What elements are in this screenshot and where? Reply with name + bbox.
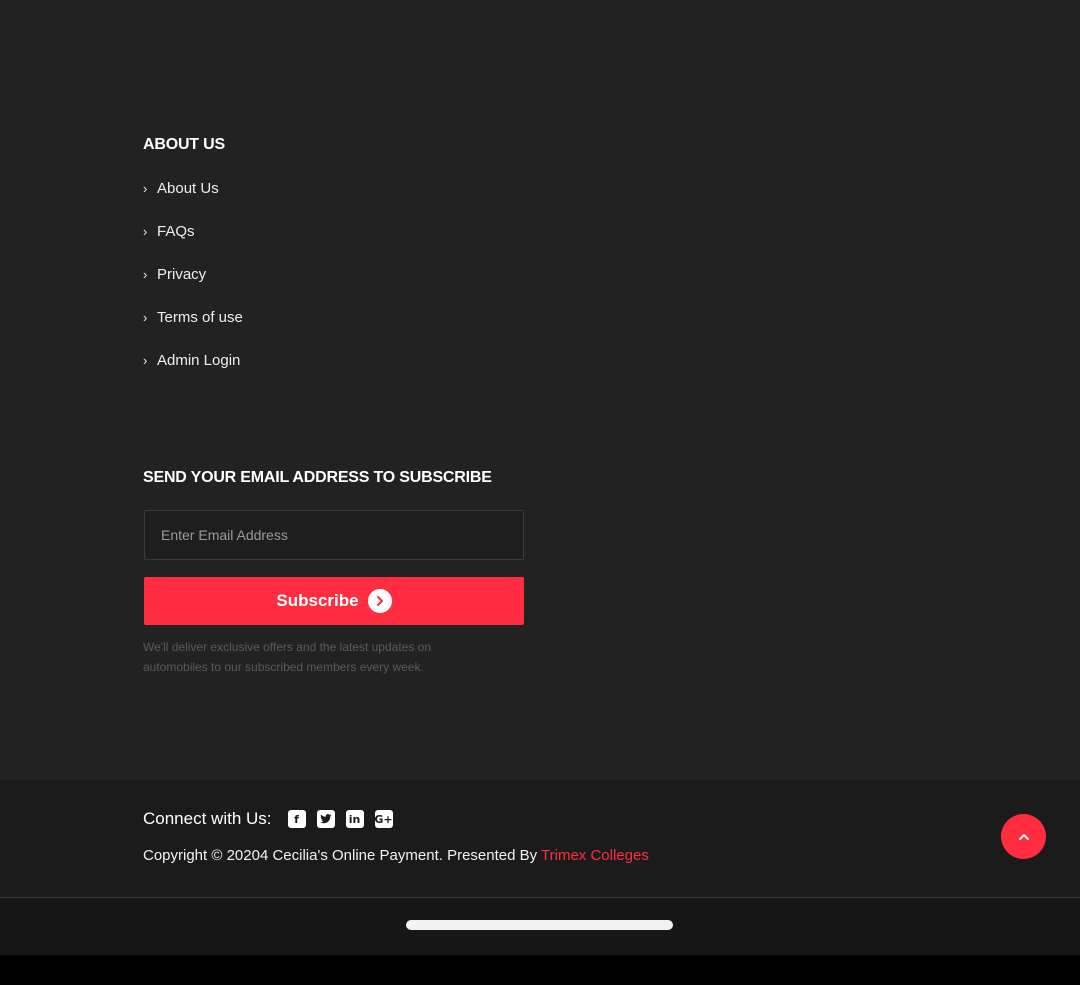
connect-with-us: Connect with Us: f in G+ [143,809,404,829]
subscribe-button[interactable]: Subscribe [144,577,524,625]
about-links-list: › About Us › FAQs › Privacy › Terms of u… [143,179,243,394]
google-plus-icon[interactable]: G+ [374,810,393,828]
facebook-icon[interactable]: f [287,810,306,828]
subscribe-note: We'll deliver exclusive offers and the l… [143,640,432,674]
about-heading: ABOUT US [143,136,225,153]
about-link-faqs[interactable]: › FAQs [143,222,243,265]
about-link-label: FAQs [157,223,195,240]
chevron-right-icon: › [143,310,148,325]
about-link-terms[interactable]: › Terms of use [143,308,243,351]
connect-label: Connect with Us: [143,809,272,828]
about-link-privacy[interactable]: › Privacy [143,265,243,308]
about-link-label: Privacy [157,266,207,283]
about-link-admin-login[interactable]: › Admin Login [143,351,243,394]
subscribe-button-label: Subscribe [276,591,359,610]
about-link-label: Admin Login [157,352,241,369]
home-indicator[interactable] [406,920,673,930]
copyright-label: Copyright © 20204 Cecilia's Online Payme… [143,847,542,864]
brand-link[interactable]: Trimex Colleges [541,847,649,864]
scroll-to-top-button[interactable] [1001,814,1046,859]
about-link-label: About Us [157,180,219,197]
copyright-text: Copyright © 20204 Cecilia's Online Payme… [143,847,649,864]
twitter-icon[interactable] [316,810,335,828]
subscribe-heading: SEND YOUR EMAIL ADDRESS TO SUBSCRIBE [143,469,492,486]
arrow-right-circle-icon [367,589,392,613]
chevron-right-icon: › [143,353,148,368]
chevron-right-icon: › [143,181,148,196]
linkedin-icon[interactable]: in [345,810,364,828]
chevron-up-icon [1018,833,1029,840]
chevron-right-icon: › [143,224,148,239]
footer-bottom-bar [0,780,1080,897]
screen-bottom-edge [0,955,1080,985]
about-link-about-us[interactable]: › About Us [143,179,243,222]
chevron-right-icon: › [143,267,148,282]
email-input[interactable] [144,510,524,560]
about-link-label: Terms of use [157,309,243,326]
